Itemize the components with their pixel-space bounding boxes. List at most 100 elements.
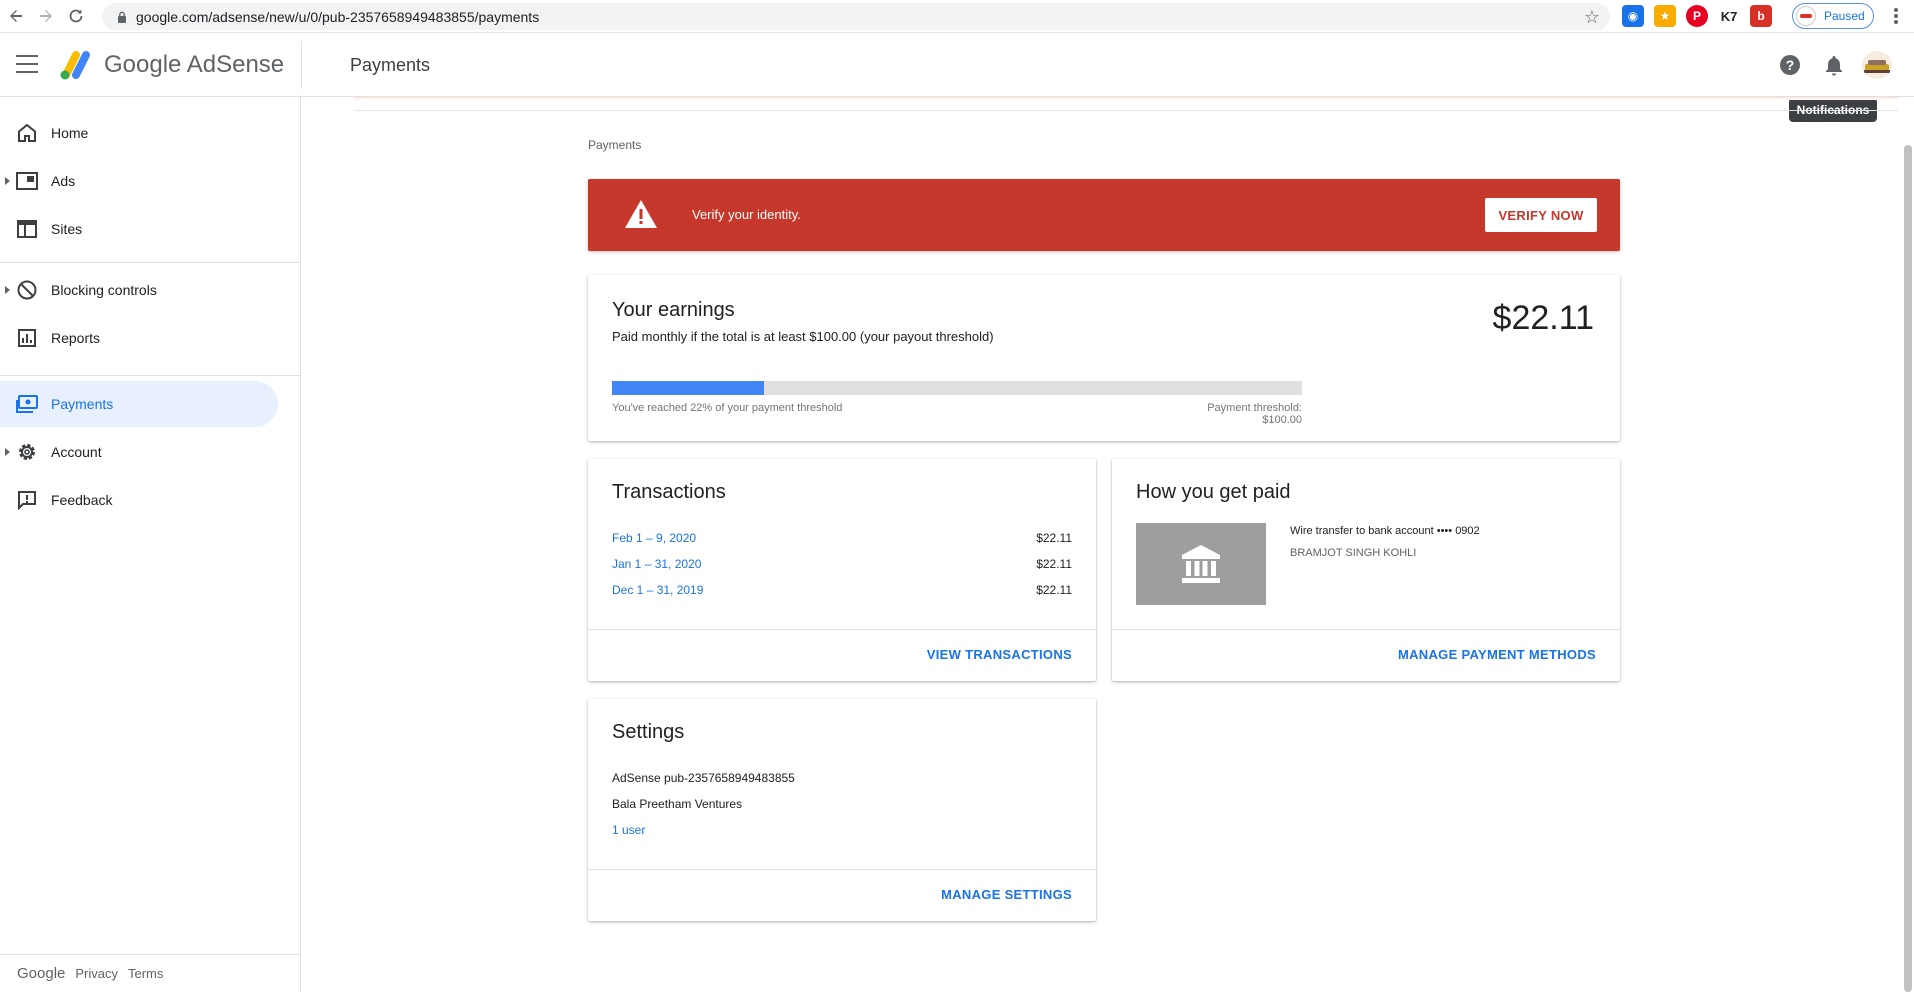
transactions-footer: VIEW TRANSACTIONS: [588, 629, 1096, 681]
url-text: google.com/adsense/new/u/0/pub-235765894…: [136, 8, 540, 25]
back-icon[interactable]: [2, 2, 30, 30]
sidebar-item-reports[interactable]: Reports: [0, 315, 278, 361]
profile-avatar-icon: [1796, 6, 1816, 26]
threshold-progress-bar: [612, 381, 1302, 395]
transaction-date-link[interactable]: Jan 1 – 31, 2020: [612, 557, 701, 571]
reports-icon: [15, 326, 39, 350]
earnings-subtitle: Paid monthly if the total is at least $1…: [612, 329, 994, 344]
threshold-progress-fill: [612, 381, 764, 395]
sidebar-item-label: Sites: [51, 221, 83, 237]
how-you-get-paid-card: How you get paid Wire transfer to bank a…: [1112, 459, 1620, 681]
alert-text: Verify your identity.: [692, 207, 801, 222]
expand-caret-icon: [5, 448, 10, 456]
svg-text:?: ?: [1786, 57, 1795, 73]
payment-method-text: Wire transfer to bank account •••• 0902: [1290, 525, 1480, 537]
notifications-bell-icon[interactable]: [1822, 53, 1846, 77]
transaction-date-link[interactable]: Feb 1 – 9, 2020: [612, 531, 696, 545]
bookmark-star-icon[interactable]: ☆: [1584, 7, 1600, 28]
sidebar-item-home[interactable]: Home: [0, 110, 278, 156]
google-footer-logo[interactable]: Google: [17, 965, 65, 982]
sites-icon: [15, 217, 39, 241]
sidebar-divider: [0, 375, 301, 376]
page-scrollbar[interactable]: [1898, 97, 1914, 992]
sidebar-footer: Google Privacy Terms: [0, 954, 301, 992]
main-content: Payments Verify your identity. VERIFY NO…: [302, 97, 1908, 992]
threshold-reached-text: You've reached 22% of your payment thres…: [612, 402, 843, 414]
sidebar-item-feedback[interactable]: Feedback: [0, 477, 278, 523]
how-you-get-paid-footer: MANAGE PAYMENT METHODS: [1112, 629, 1620, 681]
adsense-logo-icon: [60, 51, 90, 80]
extension-2-icon[interactable]: ★: [1654, 5, 1676, 27]
sidebar-item-account[interactable]: Account: [0, 429, 278, 475]
transaction-amount: $22.11: [1036, 531, 1072, 545]
extension-5-icon[interactable]: b: [1750, 5, 1772, 27]
sidebar-item-sites[interactable]: Sites: [0, 206, 278, 252]
warning-icon: [625, 200, 657, 228]
browser-menu-icon[interactable]: [1886, 6, 1906, 26]
transaction-row: Dec 1 – 31, 2019 $22.11: [612, 583, 1072, 603]
ads-icon: [15, 169, 39, 193]
transaction-row: Jan 1 – 31, 2020 $22.11: [612, 557, 1072, 577]
transaction-date-link[interactable]: Dec 1 – 31, 2019: [612, 583, 703, 597]
main-menu-icon[interactable]: [16, 55, 38, 73]
how-you-get-paid-title: How you get paid: [1136, 481, 1291, 503]
lock-icon: [108, 11, 136, 23]
sidebar-item-label: Payments: [51, 396, 114, 412]
sidebar-item-blocking-controls[interactable]: Blocking controls: [0, 267, 278, 313]
manage-settings-link[interactable]: MANAGE SETTINGS: [941, 887, 1072, 902]
earnings-card: Your earnings Paid monthly if the total …: [588, 275, 1620, 441]
users-link[interactable]: 1 user: [612, 823, 645, 837]
app-name[interactable]: Google AdSense: [104, 51, 284, 79]
sidebar-item-label: Home: [51, 125, 89, 141]
scrollbar-thumb[interactable]: [1904, 145, 1912, 992]
sidebar-item-label: Ads: [51, 173, 76, 189]
sidebar-item-label: Blocking controls: [51, 282, 157, 298]
terms-link[interactable]: Terms: [128, 966, 163, 981]
transactions-title: Transactions: [612, 481, 726, 503]
sidebar-item-label: Feedback: [51, 492, 113, 508]
profile-paused-button[interactable]: Paused: [1792, 3, 1874, 29]
transaction-amount: $22.11: [1036, 557, 1072, 571]
verify-now-button[interactable]: VERIFY NOW: [1485, 198, 1597, 232]
block-icon: [15, 278, 39, 302]
earnings-title: Your earnings: [612, 299, 735, 321]
reload-icon[interactable]: [62, 2, 90, 30]
settings-title: Settings: [612, 721, 685, 743]
view-transactions-link[interactable]: VIEW TRANSACTIONS: [927, 647, 1072, 662]
top-banner-edge: [354, 97, 1908, 111]
transaction-row: Feb 1 – 9, 2020 $22.11: [612, 531, 1072, 551]
payment-threshold-text: Payment threshold: $100.00: [1207, 402, 1302, 426]
breadcrumb: Payments: [588, 138, 642, 152]
help-icon[interactable]: ?: [1778, 53, 1802, 77]
forward-icon[interactable]: [32, 2, 60, 30]
sidebar-item-payments[interactable]: Payments: [0, 381, 278, 427]
sidebar-item-label: Account: [51, 444, 102, 460]
k7-extension-icon[interactable]: K7: [1718, 5, 1740, 27]
expand-caret-icon: [5, 286, 10, 294]
page-title: Payments: [350, 55, 431, 75]
browser-toolbar: google.com/adsense/new/u/0/pub-235765894…: [0, 0, 1914, 33]
gear-icon: [15, 440, 39, 464]
sidebar-item-ads[interactable]: Ads: [0, 158, 278, 204]
app-header: Google AdSense Payments ?: [0, 33, 1914, 97]
company-name: Bala Preetham Ventures: [612, 797, 743, 811]
settings-card: Settings AdSense pub-2357658949483855 Ba…: [588, 699, 1096, 921]
extension-1-icon[interactable]: ◉: [1622, 5, 1644, 27]
settings-footer: MANAGE SETTINGS: [588, 869, 1096, 921]
privacy-link[interactable]: Privacy: [75, 966, 118, 981]
sidebar-item-label: Reports: [51, 330, 101, 346]
header-divider: [301, 41, 302, 89]
transactions-card: Transactions Feb 1 – 9, 2020 $22.11 Jan …: [588, 459, 1096, 681]
manage-payment-methods-link[interactable]: MANAGE PAYMENT METHODS: [1398, 647, 1596, 662]
expand-caret-icon: [5, 177, 10, 185]
pinterest-icon[interactable]: P: [1686, 5, 1708, 27]
verify-identity-alert: Verify your identity. VERIFY NOW: [588, 179, 1620, 251]
bank-icon: [1136, 523, 1266, 605]
profile-status-label: Paused: [1824, 9, 1865, 23]
sidebar: Home Ads Sites Blocking controls Reports…: [0, 97, 301, 992]
sidebar-divider: [0, 262, 301, 263]
user-avatar[interactable]: [1862, 51, 1892, 79]
address-bar[interactable]: google.com/adsense/new/u/0/pub-235765894…: [102, 3, 1610, 30]
publisher-id: AdSense pub-2357658949483855: [612, 771, 795, 785]
transaction-amount: $22.11: [1036, 583, 1072, 597]
